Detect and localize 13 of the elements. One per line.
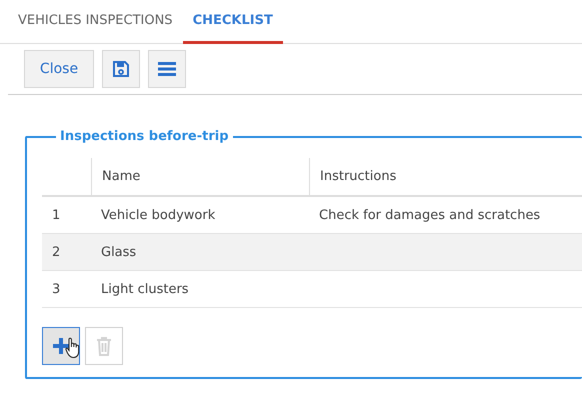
plus-icon [51, 336, 71, 356]
close-button[interactable]: Close [24, 50, 94, 88]
tab[interactable]: VEHICLES INSPECTIONS [8, 0, 183, 44]
row-number: 2 [42, 234, 91, 271]
panel-title: Inspections before-trip [59, 129, 230, 144]
hand-cursor-icon [65, 337, 81, 359]
save-icon [112, 60, 130, 78]
menu-button[interactable] [148, 50, 186, 88]
menu-icon [158, 61, 176, 77]
save-button[interactable] [102, 50, 140, 88]
trash-icon [96, 336, 112, 356]
tab[interactable]: CHECKLIST [182, 0, 283, 44]
table-cell: Glass [91, 234, 309, 271]
